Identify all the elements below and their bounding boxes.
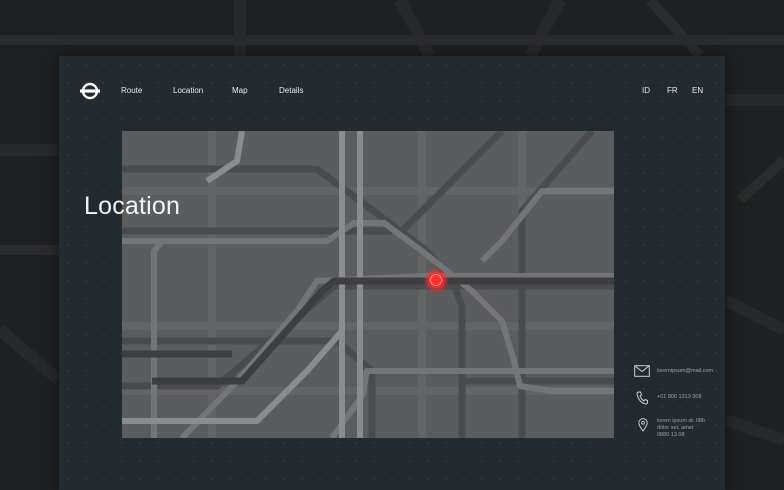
contact-address-line2: dolor set, amet — [657, 425, 694, 431]
phone-icon — [636, 391, 648, 405]
contact-address-line3: 0880 13 08 — [657, 432, 685, 438]
map-pin-icon — [638, 418, 648, 432]
nav-map-link[interactable]: Map — [232, 86, 248, 95]
location-marker-icon[interactable] — [423, 267, 449, 293]
nav-location-link[interactable]: Location — [173, 86, 203, 95]
map-panel[interactable] — [122, 131, 614, 438]
lang-fr-link[interactable]: FR — [667, 86, 678, 95]
contact-address: lorem ipsum st. 08b dolor set, amet 0880… — [657, 418, 705, 439]
nav-details-link[interactable]: Details — [279, 86, 303, 95]
contact-phone[interactable]: +01 800 1313 008 — [657, 394, 702, 401]
roundel-logo-icon[interactable] — [80, 82, 100, 100]
lang-id-link[interactable]: ID — [642, 86, 650, 95]
contact-email[interactable]: loremipsum@mail.com — [657, 368, 713, 375]
mail-icon — [634, 365, 650, 377]
contact-address-line1: lorem ipsum st. 08b — [657, 418, 705, 424]
lang-en-link[interactable]: EN — [692, 86, 703, 95]
page-title: Location — [84, 192, 181, 220]
nav-route-link[interactable]: Route — [121, 86, 142, 95]
